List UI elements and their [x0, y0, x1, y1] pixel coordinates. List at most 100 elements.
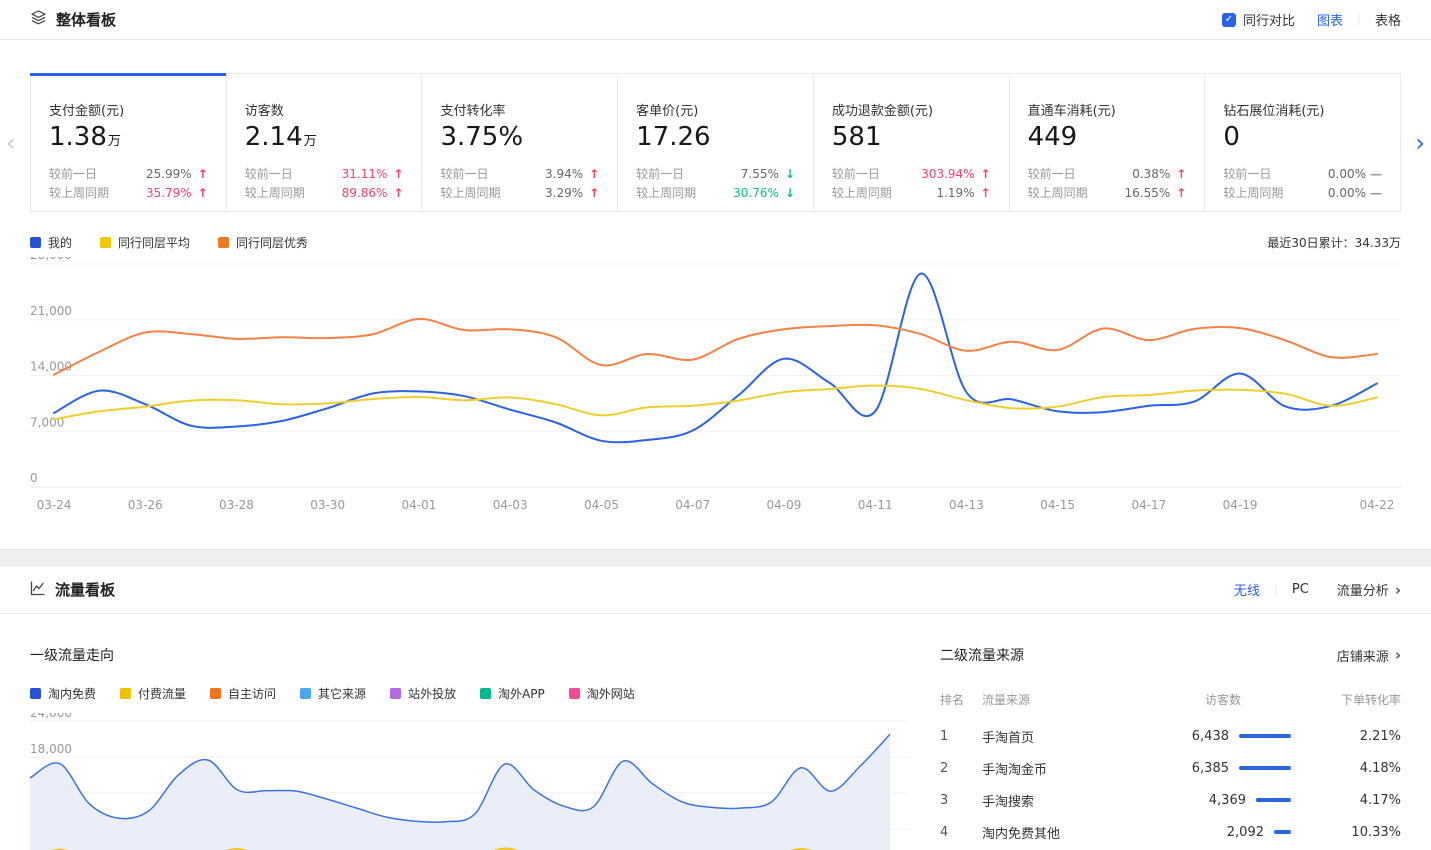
metric-card-visitors[interactable]: 访客数 2.14万 较前一日31.11%↑ 较上周同期89.86%↑ — [226, 73, 423, 212]
x-tick-label: 04-09 — [766, 498, 801, 512]
legend-swatch — [30, 237, 41, 248]
legend-swatch — [569, 688, 580, 699]
x-tick-label: 04-05 — [584, 498, 619, 512]
x-tick-label: 04-13 — [949, 498, 984, 512]
cards-next-button[interactable]: › — [1415, 131, 1425, 155]
legend-item-offsite[interactable]: 站外投放 — [390, 685, 456, 702]
card-change-row: 较前一日7.55%↓ — [636, 165, 795, 184]
card-value: 2.14万 — [245, 122, 404, 152]
visitor-bar — [1256, 798, 1291, 802]
x-tick-label: 04-11 — [858, 498, 893, 512]
card-change-row: 较上周同期16.55%↑ — [1028, 184, 1187, 203]
traffic-trend-title: 一级流量走向 — [30, 645, 910, 665]
card-label: 访客数 — [245, 100, 404, 119]
traffic-analysis-link[interactable]: 流量分析 › — [1337, 580, 1401, 599]
card-value: 3.75% — [440, 122, 599, 152]
metric-cards: 支付金额(元) 1.38万 较前一日25.99%↑ 较上周同期35.79%↑ 访… — [30, 73, 1401, 212]
card-value: 449 — [1028, 122, 1187, 152]
legend-swatch — [120, 688, 131, 699]
legend-item-taobao-free[interactable]: 淘内免费 — [30, 685, 96, 702]
traffic-panel: 流量看板 无线 ｜ PC 流量分析 › 一级流量走向 淘内免费 付费流量 自主访… — [0, 566, 1431, 850]
traffic-body: 一级流量走向 淘内免费 付费流量 自主访问 其它来源 站外投放 淘外APP 淘外… — [0, 614, 1431, 850]
metric-card-ztc-spend[interactable]: 直通车消耗(元) 449 较前一日0.38%↑ 较上周同期16.55%↑ — [1009, 73, 1206, 212]
y-tick-label: 14,000 — [30, 360, 72, 374]
legend-item-peer-best[interactable]: 同行同层优秀 — [218, 234, 308, 251]
layers-icon — [30, 9, 47, 30]
trend-arrow-icon: ↑ — [387, 165, 403, 184]
tabs-divider: ｜ — [1270, 581, 1282, 598]
line-chart-icon — [30, 580, 46, 600]
overall-trend-chart: 07,00014,00021,00028,00003-2403-2603-280… — [30, 257, 1401, 523]
view-chart-link[interactable]: 图表 — [1317, 10, 1343, 29]
chevron-right-icon: › — [1395, 581, 1401, 599]
legend-item-ext-web[interactable]: 淘外网站 — [569, 685, 635, 702]
trend-arrow-icon: ↑ — [1170, 184, 1186, 203]
visitor-bar — [1239, 734, 1291, 738]
x-tick-label: 04-15 — [1040, 498, 1075, 512]
cards-prev-button[interactable]: ‹ — [6, 131, 16, 155]
chevron-right-icon: › — [1395, 646, 1401, 664]
table-row[interactable]: 2 手淘淘金币 6,385 4.18% — [940, 752, 1401, 784]
table-row[interactable]: 4 淘内免费其他 2,092 10.33% — [940, 816, 1401, 848]
trend-arrow-icon: ↓ — [779, 165, 795, 184]
checkbox-check-icon[interactable]: ✓ — [1222, 13, 1236, 27]
legend-item-mine[interactable]: 我的 — [30, 234, 72, 251]
y-tick-label: 21,000 — [30, 304, 72, 318]
visitor-bar — [1274, 830, 1291, 834]
series-我的 — [54, 274, 1377, 443]
shop-source-link[interactable]: 店铺来源 › — [1337, 646, 1401, 665]
card-label: 支付转化率 — [440, 100, 599, 119]
x-tick-label: 03-30 — [310, 498, 345, 512]
traffic-trend-chart: 6,00012,00018,00024,000 — [30, 713, 910, 850]
metric-card-conversion[interactable]: 支付转化率 3.75% 较前一日3.94%↑ 较上周同期3.29%↑ — [421, 73, 618, 212]
x-tick-label: 04-22 — [1360, 498, 1395, 512]
legend-item-ext-app[interactable]: 淘外APP — [480, 685, 545, 702]
metric-card-diamond-spend[interactable]: 钻石展位消耗(元) 0 较前一日0.00%— 较上周同期0.00%— — [1204, 73, 1401, 212]
series-同行同层优秀 — [54, 319, 1377, 375]
traffic-header: 流量看板 无线 ｜ PC 流量分析 › — [0, 566, 1431, 614]
trend-arrow-icon: ↑ — [975, 184, 991, 203]
trend-arrow-icon: ↑ — [1170, 165, 1186, 184]
card-label: 支付金额(元) — [49, 100, 208, 119]
metric-card-payment[interactable]: 支付金额(元) 1.38万 较前一日25.99%↑ 较上周同期35.79%↑ — [30, 73, 227, 212]
flat-dash-icon: — — [1366, 165, 1382, 184]
card-change-row: 较前一日31.11%↑ — [245, 165, 404, 184]
card-change-row: 较上周同期3.29%↑ — [440, 184, 599, 203]
card-label: 成功退款金额(元) — [832, 100, 991, 119]
legend-swatch — [390, 688, 401, 699]
main-chart-legend: 我的 同行同层平均 同行同层优秀 最近30日累计：34.33万 — [30, 234, 1401, 251]
y-tick-label: 0 — [30, 471, 38, 485]
tab-wireless[interactable]: 无线 — [1234, 580, 1260, 599]
trend-arrow-icon: ↑ — [583, 165, 599, 184]
tab-pc[interactable]: PC — [1292, 582, 1309, 597]
card-label: 客单价(元) — [636, 100, 795, 119]
x-tick-label: 04-01 — [402, 498, 437, 512]
source-table-header: 排名 流量来源 访客数 下单转化率 — [940, 691, 1401, 708]
legend-swatch — [218, 237, 229, 248]
dashboard-page: 整体看板 ✓ 同行对比 图表 ｜ 表格 ‹ › 支付金额(元) 1.38万 较前… — [0, 0, 1431, 850]
traffic-legend: 淘内免费 付费流量 自主访问 其它来源 站外投放 淘外APP 淘外网站 — [30, 685, 910, 702]
legend-item-paid[interactable]: 付费流量 — [120, 685, 186, 702]
overview-title: 整体看板 — [56, 9, 116, 30]
legend-swatch — [100, 237, 111, 248]
metric-card-refund[interactable]: 成功退款金额(元) 581 较前一日303.94%↑ 较上周同期1.19%↑ — [813, 73, 1010, 212]
legend-item-peer-avg[interactable]: 同行同层平均 — [100, 234, 190, 251]
legend-swatch — [30, 688, 41, 699]
card-value: 17.26 — [636, 122, 795, 152]
view-divider: ｜ — [1353, 11, 1365, 28]
legend-item-direct[interactable]: 自主访问 — [210, 685, 276, 702]
peer-compare-checkbox[interactable]: ✓ 同行对比 — [1222, 10, 1317, 29]
traffic-source-title: 二级流量来源 — [940, 645, 1024, 665]
trend-arrow-icon: ↑ — [583, 184, 599, 203]
card-value: 0 — [1223, 122, 1382, 152]
trend-arrow-icon: ↑ — [192, 184, 208, 203]
card-label: 直通车消耗(元) — [1028, 100, 1187, 119]
view-table-link[interactable]: 表格 — [1375, 10, 1401, 29]
legend-item-other[interactable]: 其它来源 — [300, 685, 366, 702]
table-row[interactable]: 1 手淘首页 6,438 2.21% — [940, 720, 1401, 752]
table-row[interactable]: 3 手淘搜索 4,369 4.17% — [940, 784, 1401, 816]
y-tick-label: 28,000 — [30, 257, 72, 262]
legend-swatch — [300, 688, 311, 699]
area-淘内免费 — [30, 734, 890, 850]
metric-card-avg-order[interactable]: 客单价(元) 17.26 较前一日7.55%↓ 较上周同期30.76%↓ — [617, 73, 814, 212]
